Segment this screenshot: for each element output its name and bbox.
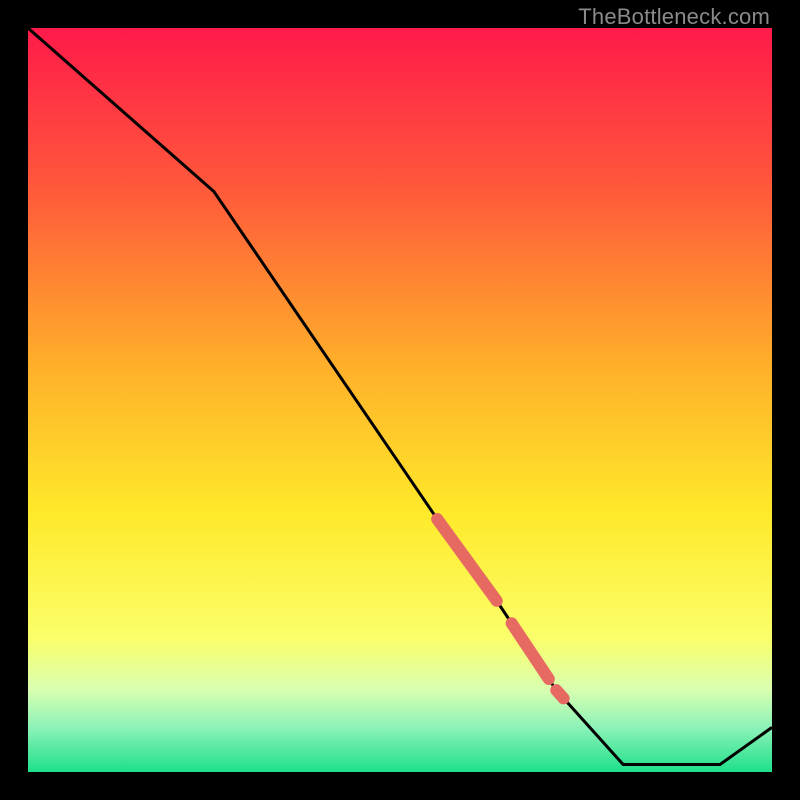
gradient-background <box>28 28 772 772</box>
plot-svg <box>28 28 772 772</box>
attribution-label: TheBottleneck.com <box>578 4 770 30</box>
plot-area <box>28 28 772 772</box>
chart-frame: TheBottleneck.com <box>0 0 800 800</box>
